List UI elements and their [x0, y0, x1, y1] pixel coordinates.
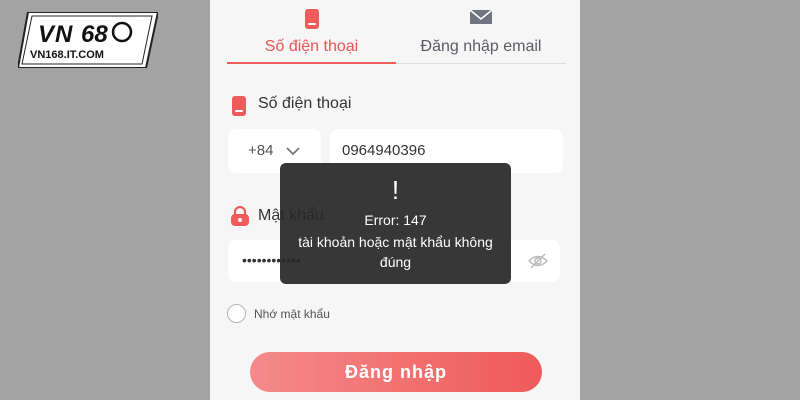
tab-phone-label: Số điện thoại	[264, 38, 359, 55]
phone-icon	[304, 8, 320, 35]
exclamation-icon: !	[391, 175, 400, 205]
remember-checkbox[interactable]	[227, 304, 246, 323]
login-button[interactable]: Đăng nhập	[250, 352, 542, 392]
tab-phone[interactable]: Số điện thoại	[227, 0, 396, 64]
country-code-value: +84	[248, 142, 274, 159]
tab-email[interactable]: Đăng nhập email	[396, 0, 566, 64]
envelope-icon	[469, 8, 493, 31]
eye-off-icon[interactable]	[527, 252, 549, 275]
error-message: tài khoản hoặc mật khẩu không đúng	[298, 234, 493, 270]
logo-graphic: VN 68 VN168.IT.COM	[16, 11, 160, 69]
phone-input-value: 0964940396	[342, 142, 426, 159]
phone-field-label: Số điện thoại	[258, 95, 352, 112]
remember-label: Nhớ mật khẩu	[254, 307, 330, 321]
lock-icon	[230, 205, 250, 231]
svg-text:VN168.IT.COM: VN168.IT.COM	[30, 49, 104, 61]
chevron-down-icon	[286, 143, 300, 161]
site-logo[interactable]: VN 68 VN168.IT.COM	[16, 11, 160, 69]
error-title: Error: 147	[364, 212, 427, 228]
phone-label-icon	[231, 95, 247, 122]
svg-text:VN: VN	[38, 21, 73, 48]
tab-email-label: Đăng nhập email	[420, 38, 542, 55]
login-button-label: Đăng nhập	[345, 362, 447, 382]
error-toast: ! Error: 147 tài khoản hoặc mật khẩu khô…	[280, 163, 511, 284]
svg-text:68: 68	[81, 21, 108, 48]
